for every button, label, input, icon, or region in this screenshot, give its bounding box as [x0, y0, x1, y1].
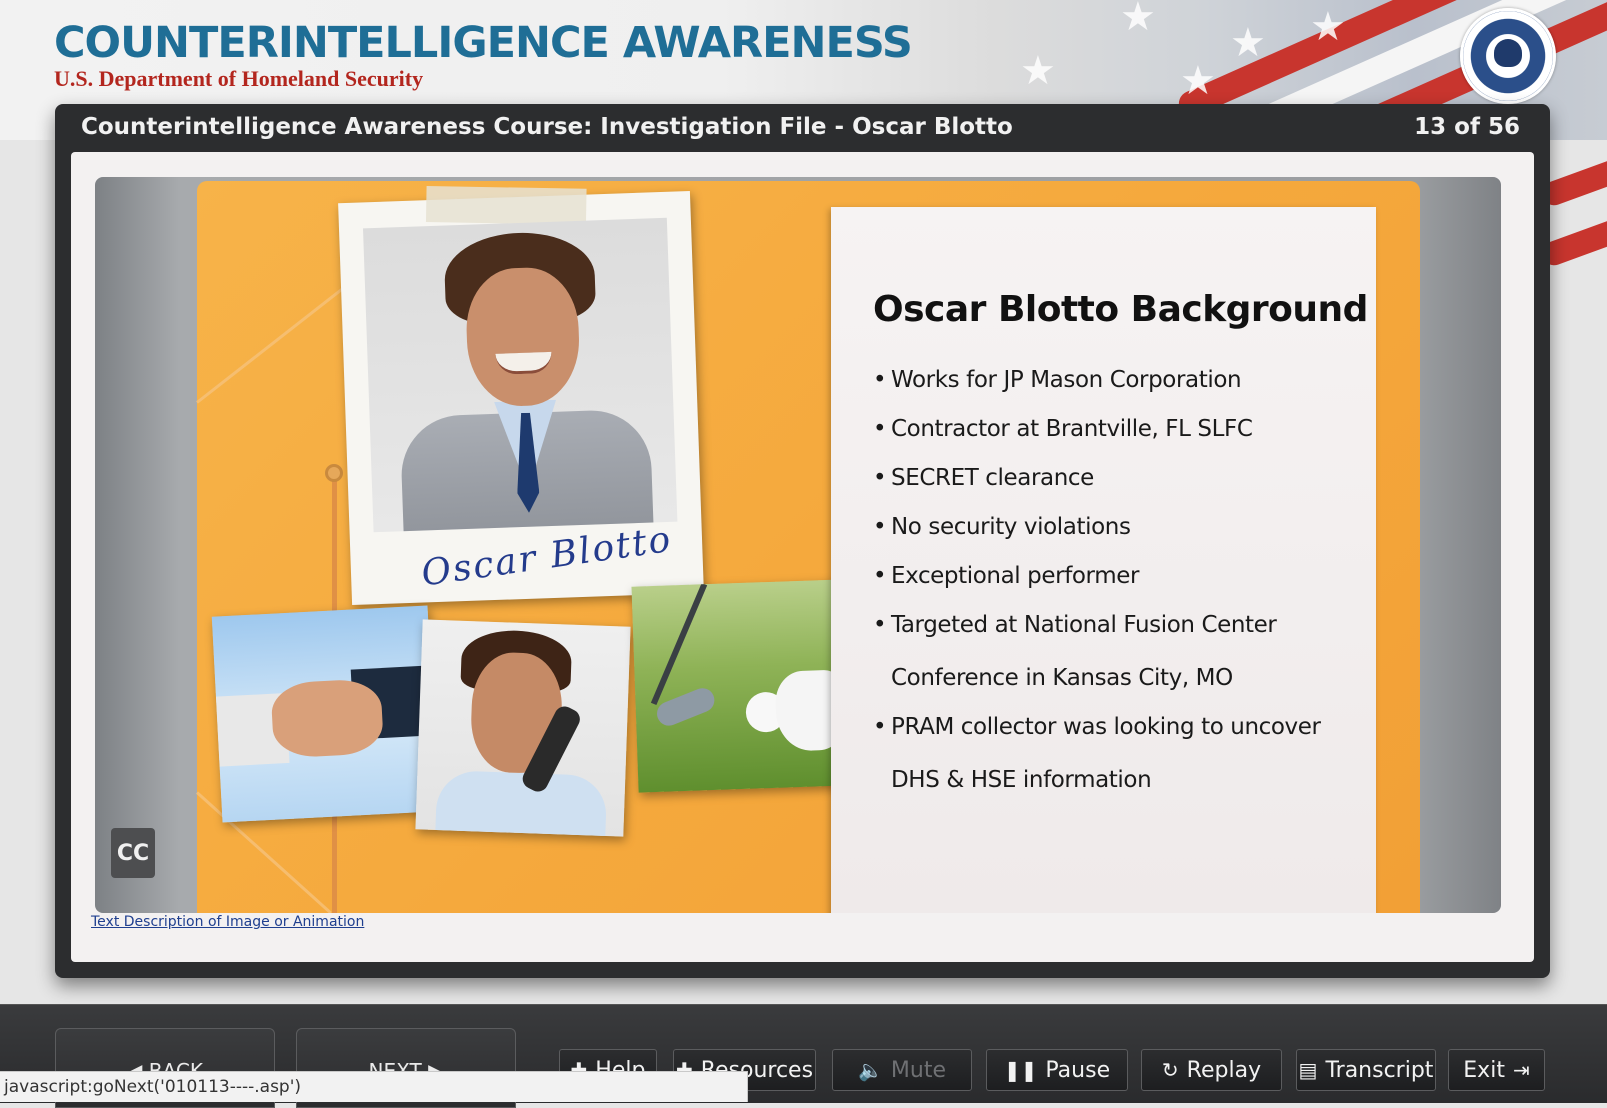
pause-button[interactable]: ❚❚ Pause — [986, 1049, 1128, 1091]
list-item-continuation: Conference in Kansas City, MO — [891, 665, 1233, 691]
golf-club-head — [653, 684, 719, 730]
replay-icon: ↻ — [1161, 1058, 1179, 1082]
list-item: • Exceptional performer — [873, 563, 1140, 589]
app-title: COUNTERINTELLIGENCE AWARENESS — [54, 18, 913, 68]
content-panel: Oscar Blotto Oscar Blotto Background • W… — [71, 152, 1534, 962]
closed-captions-button[interactable]: CC — [111, 828, 155, 878]
app-subtitle: U.S. Department of Homeland Security — [54, 66, 424, 91]
handwritten-name: Oscar Blotto — [418, 518, 675, 595]
document-icon: ▤ — [1298, 1058, 1318, 1082]
mute-label: Mute — [890, 1057, 946, 1083]
replay-label: Replay — [1186, 1057, 1262, 1083]
list-item-continuation: DHS & HSE information — [891, 767, 1152, 793]
replay-button[interactable]: ↻ Replay — [1141, 1049, 1282, 1091]
polaroid-photo: Oscar Blotto — [338, 186, 704, 606]
page-counter: 13 of 56 — [1414, 114, 1520, 140]
list-item-text: Works for JP Mason Corporation — [891, 367, 1242, 393]
phone-call-photo — [415, 619, 631, 837]
text-description-link[interactable]: Text Description of Image or Animation — [91, 914, 364, 930]
list-item-text: SECRET clearance — [891, 465, 1094, 491]
star-icon: ★ — [1180, 58, 1216, 104]
pause-icon: ❚❚ — [1003, 1058, 1038, 1082]
portrait-photo — [362, 217, 678, 533]
slide-stage: Oscar Blotto Oscar Blotto Background • W… — [95, 177, 1501, 913]
investigation-folder: Oscar Blotto Oscar Blotto Background • W… — [195, 181, 1420, 913]
list-item-text: PRAM collector was looking to uncover — [891, 714, 1321, 740]
pause-label: Pause — [1045, 1057, 1111, 1083]
tape — [425, 186, 587, 225]
hands — [270, 678, 385, 759]
list-item: • Contractor at Brantville, FL SLFC — [873, 416, 1253, 442]
list-item: • PRAM collector was looking to uncover DH… — [873, 714, 1321, 793]
star-icon: ★ — [1120, 0, 1156, 40]
golf-photo — [631, 579, 851, 793]
list-item: • No security violations — [873, 514, 1131, 540]
list-item-text: Targeted at National Fusion Center — [891, 612, 1277, 638]
browser-status-bar: javascript:goNext('010113----.asp') — [0, 1071, 748, 1102]
list-item: • Targeted at National Fusion Center Confe… — [873, 612, 1321, 692]
list-item-text: No security violations — [891, 514, 1131, 540]
course-title: Counterintelligence Awareness Course: In… — [81, 114, 1013, 140]
transcript-button[interactable]: ▤ Transcript — [1296, 1049, 1436, 1091]
star-icon: ★ — [1020, 48, 1056, 94]
mute-button[interactable]: 🔈 Mute — [832, 1049, 972, 1091]
notes-paper: Oscar Blotto Background • Works for JP Ma… — [831, 207, 1376, 913]
face — [464, 265, 582, 408]
list-item: • Works for JP Mason Corporation — [873, 367, 1242, 393]
transcript-label: Transcript — [1325, 1057, 1434, 1083]
background-list: • Works for JP Mason Corporation • Contrac… — [873, 367, 1321, 816]
handshake-photo — [211, 605, 439, 823]
shirt — [435, 770, 608, 837]
exit-label: Exit — [1463, 1057, 1505, 1083]
list-item-text: Exceptional performer — [891, 563, 1140, 589]
list-item: • SECRET clearance — [873, 465, 1094, 491]
speaker-icon: 🔈 — [858, 1058, 883, 1082]
folder-grommet — [325, 464, 343, 482]
exit-icon: ⇥ — [1512, 1058, 1530, 1082]
course-frame: Counterintelligence Awareness Course: In… — [55, 104, 1550, 978]
eagle-icon — [1494, 39, 1522, 67]
golf-club-shaft — [650, 583, 708, 706]
background-title: Oscar Blotto Background — [873, 289, 1368, 330]
star-icon: ★ — [1310, 4, 1346, 50]
dhs-seal-logo — [1460, 8, 1556, 104]
list-item-text: Contractor at Brantville, FL SLFC — [891, 416, 1253, 442]
star-icon: ★ — [1230, 20, 1266, 66]
exit-button[interactable]: Exit ⇥ — [1448, 1049, 1545, 1091]
